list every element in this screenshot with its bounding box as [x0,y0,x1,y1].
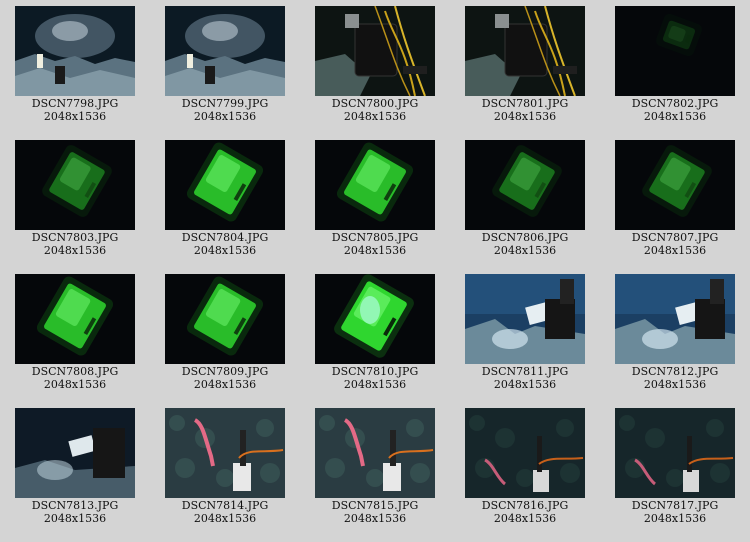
thumbnail-filename[interactable]: DSCN7816.JPG [450,499,600,512]
thumbnail-image[interactable] [15,408,135,498]
thumbnail-filename[interactable]: DSCN7808.JPG [0,365,150,378]
thumbnail-dimensions: 2048x1536 [493,378,557,391]
thumbnail-image[interactable] [165,6,285,96]
thumbnail-item[interactable]: DSCN7811.JPG 2048x1536 [450,268,600,402]
thumbnail-filename[interactable]: DSCN7815.JPG [300,499,450,512]
thumbnail-dimensions: 2048x1536 [193,512,257,525]
thumbnail-image[interactable] [465,408,585,498]
thumbnail-dimensions: 2048x1536 [493,110,557,123]
thumbnail-image[interactable] [315,274,435,364]
thumbnail-filename[interactable]: DSCN7806.JPG [450,231,600,244]
thumbnail-item[interactable]: DSCN7805.JPG 2048x1536 [300,134,450,268]
thumbnail-image[interactable] [15,140,135,230]
thumbnail-item[interactable]: DSCN7814.JPG 2048x1536 [150,402,300,536]
thumbnail-image[interactable] [615,274,735,364]
thumbnail-filename[interactable]: DSCN7813.JPG [0,499,150,512]
thumbnail-dimensions: 2048x1536 [193,378,257,391]
thumbnail-filename[interactable]: DSCN7805.JPG [300,231,450,244]
thumbnail-item[interactable]: DSCN7812.JPG 2048x1536 [600,268,750,402]
thumbnail-item[interactable]: DSCN7803.JPG 2048x1536 [0,134,150,268]
thumbnail-item[interactable]: DSCN7815.JPG 2048x1536 [300,402,450,536]
thumbnail-item[interactable]: DSCN7816.JPG 2048x1536 [450,402,600,536]
thumbnail-image[interactable] [165,140,285,230]
thumbnail-image[interactable] [615,140,735,230]
thumbnail-filename[interactable]: DSCN7817.JPG [600,499,750,512]
thumbnail-dimensions: 2048x1536 [343,244,407,257]
thumbnail-image[interactable] [615,6,735,96]
thumbnail-dimensions: 2048x1536 [43,378,107,391]
thumbnail-dimensions: 2048x1536 [43,244,107,257]
thumbnail-dimensions: 2048x1536 [43,512,107,525]
thumbnail-dimensions: 2048x1536 [193,110,257,123]
thumbnail-gallery: DSCN7798.JPG 2048x1536 DSCN7799.JPG 2048x15… [0,0,750,542]
thumbnail-item[interactable]: DSCN7806.JPG 2048x1536 [450,134,600,268]
thumbnail-dimensions: 2048x1536 [193,244,257,257]
thumbnail-dimensions: 2048x1536 [493,512,557,525]
thumbnail-item[interactable]: DSCN7817.JPG 2048x1536 [600,402,750,536]
thumbnail-image[interactable] [465,140,585,230]
thumbnail-image[interactable] [465,274,585,364]
thumbnail-filename[interactable]: DSCN7801.JPG [450,97,600,110]
thumbnail-dimensions: 2048x1536 [643,378,707,391]
thumbnail-item[interactable]: DSCN7801.JPG 2048x1536 [450,0,600,134]
thumbnail-image[interactable] [465,6,585,96]
thumbnail-image[interactable] [315,6,435,96]
thumbnail-image[interactable] [15,6,135,96]
thumbnail-item[interactable]: DSCN7804.JPG 2048x1536 [150,134,300,268]
thumbnail-filename[interactable]: DSCN7807.JPG [600,231,750,244]
thumbnail-filename[interactable]: DSCN7811.JPG [450,365,600,378]
thumbnail-item[interactable]: DSCN7800.JPG 2048x1536 [300,0,450,134]
thumbnail-filename[interactable]: DSCN7798.JPG [0,97,150,110]
thumbnail-filename[interactable]: DSCN7812.JPG [600,365,750,378]
thumbnail-image[interactable] [165,408,285,498]
thumbnail-filename[interactable]: DSCN7804.JPG [150,231,300,244]
thumbnail-filename[interactable]: DSCN7802.JPG [600,97,750,110]
thumbnail-dimensions: 2048x1536 [43,110,107,123]
thumbnail-dimensions: 2048x1536 [343,512,407,525]
thumbnail-item[interactable]: DSCN7799.JPG 2048x1536 [150,0,300,134]
thumbnail-item[interactable]: DSCN7802.JPG 2048x1536 [600,0,750,134]
thumbnail-dimensions: 2048x1536 [643,512,707,525]
thumbnail-item[interactable]: DSCN7810.JPG 2048x1536 [300,268,450,402]
thumbnail-item[interactable]: DSCN7813.JPG 2048x1536 [0,402,150,536]
thumbnail-image[interactable] [615,408,735,498]
thumbnail-filename[interactable]: DSCN7799.JPG [150,97,300,110]
thumbnail-dimensions: 2048x1536 [643,110,707,123]
thumbnail-image[interactable] [15,274,135,364]
thumbnail-dimensions: 2048x1536 [493,244,557,257]
thumbnail-filename[interactable]: DSCN7803.JPG [0,231,150,244]
thumbnail-filename[interactable]: DSCN7809.JPG [150,365,300,378]
thumbnail-image[interactable] [315,408,435,498]
thumbnail-item[interactable]: DSCN7808.JPG 2048x1536 [0,268,150,402]
thumbnail-image[interactable] [315,140,435,230]
thumbnail-item[interactable]: DSCN7807.JPG 2048x1536 [600,134,750,268]
thumbnail-dimensions: 2048x1536 [343,110,407,123]
thumbnail-image[interactable] [165,274,285,364]
thumbnail-item[interactable]: DSCN7798.JPG 2048x1536 [0,0,150,134]
thumbnail-filename[interactable]: DSCN7800.JPG [300,97,450,110]
thumbnail-filename[interactable]: DSCN7814.JPG [150,499,300,512]
thumbnail-filename[interactable]: DSCN7810.JPG [300,365,450,378]
thumbnail-dimensions: 2048x1536 [643,244,707,257]
thumbnail-item[interactable]: DSCN7809.JPG 2048x1536 [150,268,300,402]
thumbnail-dimensions: 2048x1536 [343,378,407,391]
